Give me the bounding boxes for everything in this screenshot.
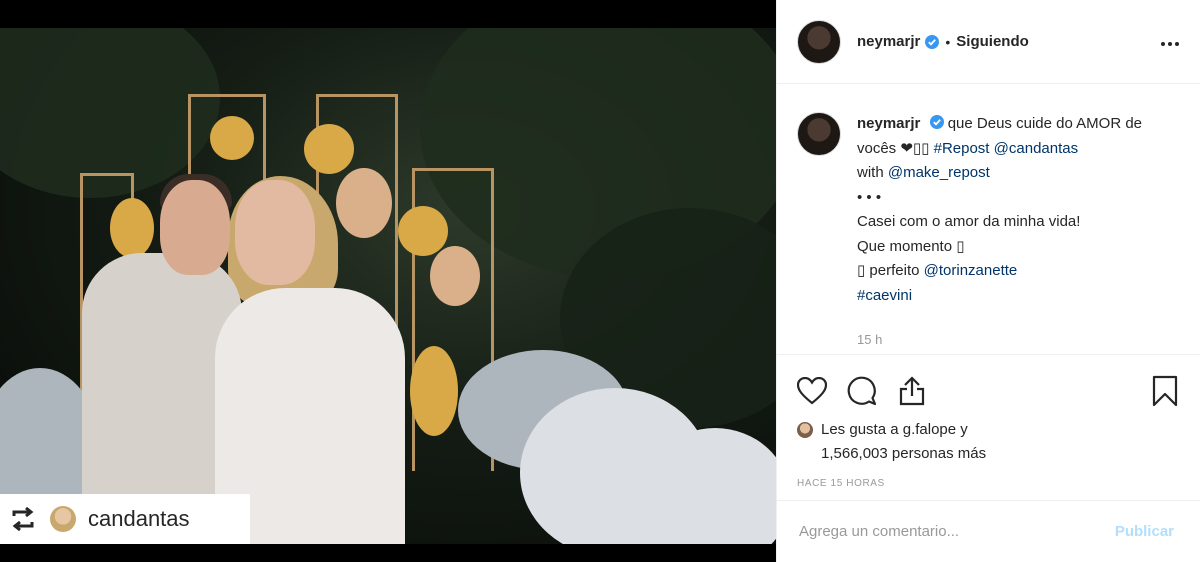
caption-momento: Que momento ▯ [857,237,965,255]
mention-torinzanette-link[interactable]: @torinzanette [924,262,1018,279]
caption-text: neymarjr que Deus cuide do AMOR de vocês… [857,112,1180,353]
caption-casei: Casei com o amor da minha vida! [857,213,1081,230]
mention-candantas-link[interactable]: @candantas [994,140,1078,157]
likes-summary: Les gusta a g.falope y 1,566,003 persona… [777,412,1200,466]
post-timestamp[interactable]: HACE 15 HORAS [777,466,1200,489]
flower [210,116,254,160]
repost-icon [8,504,38,534]
more-options-icon[interactable] [1160,30,1180,53]
caption-time[interactable]: 15 h [857,328,1180,353]
header-separator: • [945,33,951,50]
hashtag-repost-link[interactable]: #Repost [934,140,990,157]
caption-username[interactable]: neymarjr [857,115,920,132]
likes-text[interactable]: Les gusta a g.falope y 1,566,003 persona… [821,418,986,466]
verified-badge-icon [929,115,944,129]
caption-perfeito: ▯ perfeito [857,262,920,279]
likes-line1[interactable]: Les gusta a g.falope y [821,421,968,438]
bride-face [235,180,315,285]
instagram-post: candantas neymarjr • Siguiendo neymarjr … [0,0,1200,562]
repost-avatar [50,506,76,532]
comment-input[interactable] [797,522,1109,541]
groom-face [160,180,230,275]
publish-button[interactable]: Publicar [1109,522,1180,541]
author-username[interactable]: neymarjr [857,33,920,50]
comments-area: neymarjr que Deus cuide do AMOR de vocês… [777,84,1200,354]
author-avatar[interactable] [797,19,841,64]
following-button[interactable]: Siguiendo [956,33,1029,50]
share-icon[interactable] [895,374,929,408]
flower [398,206,448,256]
caption-dots: • • • [857,188,882,206]
flower [336,168,392,238]
post-photo[interactable] [0,28,776,544]
repost-badge: candantas [0,494,250,544]
likes-count[interactable]: 1,566,003 personas más [821,445,986,462]
caption-with: with [857,164,884,181]
caption-author-avatar[interactable] [797,112,841,156]
comment-icon[interactable] [845,374,879,408]
flower [410,346,458,436]
heart-icon[interactable] [795,374,829,408]
post-media[interactable]: candantas [0,0,776,562]
add-comment-bar: Publicar [777,500,1200,562]
liker-avatar[interactable] [797,422,813,438]
bookmark-icon[interactable] [1148,374,1182,408]
hashtag-caevini-link[interactable]: #caevini [857,287,912,304]
verified-badge-icon [925,34,940,49]
flower [304,124,354,174]
flower [110,198,154,258]
repost-username: candantas [88,506,190,531]
caption: neymarjr que Deus cuide do AMOR de vocês… [797,112,1180,353]
flower [430,246,480,306]
post-header: neymarjr • Siguiendo [777,0,1200,84]
action-bar [777,354,1200,412]
mention-make-repost-link[interactable]: @make_repost [888,164,990,181]
post-side-panel: neymarjr • Siguiendo neymarjr que Deus c… [776,0,1200,562]
